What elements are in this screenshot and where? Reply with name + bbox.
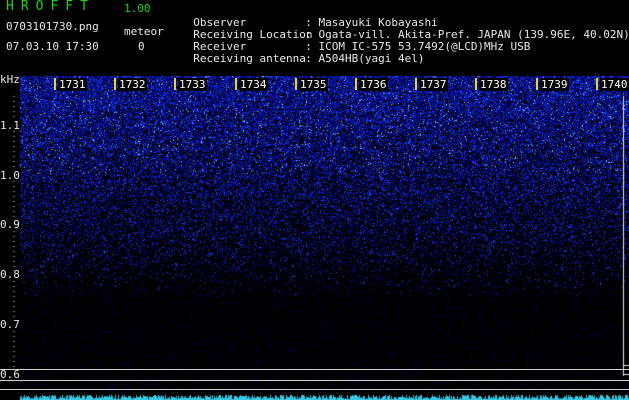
time-tick xyxy=(174,78,176,90)
time-tick xyxy=(355,78,357,90)
spectrogram-canvas xyxy=(0,76,629,400)
frequency-label: 1.0 xyxy=(0,169,21,182)
info-label: Receiving antenna xyxy=(193,52,306,65)
time-label: 1736 xyxy=(359,78,388,91)
time-tick xyxy=(596,78,598,90)
date-time: 07.03.10 17:30 xyxy=(6,40,99,53)
time-tick xyxy=(536,78,538,90)
time-label: 1737 xyxy=(419,78,448,91)
time-label: 1738 xyxy=(479,78,508,91)
time-label: 1732 xyxy=(118,78,147,91)
time-tick xyxy=(415,78,417,90)
app-title: HROFFT xyxy=(6,0,95,14)
time-label: 1735 xyxy=(299,78,328,91)
meteor-count: 0 xyxy=(138,40,145,53)
time-tick xyxy=(114,78,116,90)
axis-unit-label: kHz xyxy=(0,73,20,86)
mode-label: meteor xyxy=(124,25,164,38)
app-version: 1.00 xyxy=(124,2,151,15)
time-label: 1731 xyxy=(58,78,87,91)
frequency-label: 0.8 xyxy=(0,268,21,281)
time-label: 1733 xyxy=(178,78,207,91)
info-antenna: Receiving antenna: A504HB(yagi 4el) xyxy=(180,41,424,65)
time-tick xyxy=(235,78,237,90)
info-value: : A504HB(yagi 4el) xyxy=(305,52,425,65)
reference-line xyxy=(0,389,629,390)
reference-line xyxy=(0,369,629,370)
frequency-label: 0.9 xyxy=(0,218,21,231)
time-label: 1740 xyxy=(600,78,629,91)
time-tick xyxy=(54,78,56,90)
time-tick xyxy=(295,78,297,90)
signal-baseline xyxy=(0,392,629,400)
time-label: 1734 xyxy=(239,78,268,91)
frequency-label: 0.7 xyxy=(0,318,21,331)
time-axis: 1731 1732 1733 1734 1735 1736 1737 1738 1739 1740 xyxy=(0,78,629,92)
file-name: 0703101730.png xyxy=(6,20,99,33)
frequency-label: 0.6 xyxy=(0,368,21,381)
time-tick xyxy=(475,78,477,90)
reference-line xyxy=(0,380,629,381)
frequency-label: 1.1 xyxy=(0,119,21,132)
time-label: 1739 xyxy=(540,78,569,91)
